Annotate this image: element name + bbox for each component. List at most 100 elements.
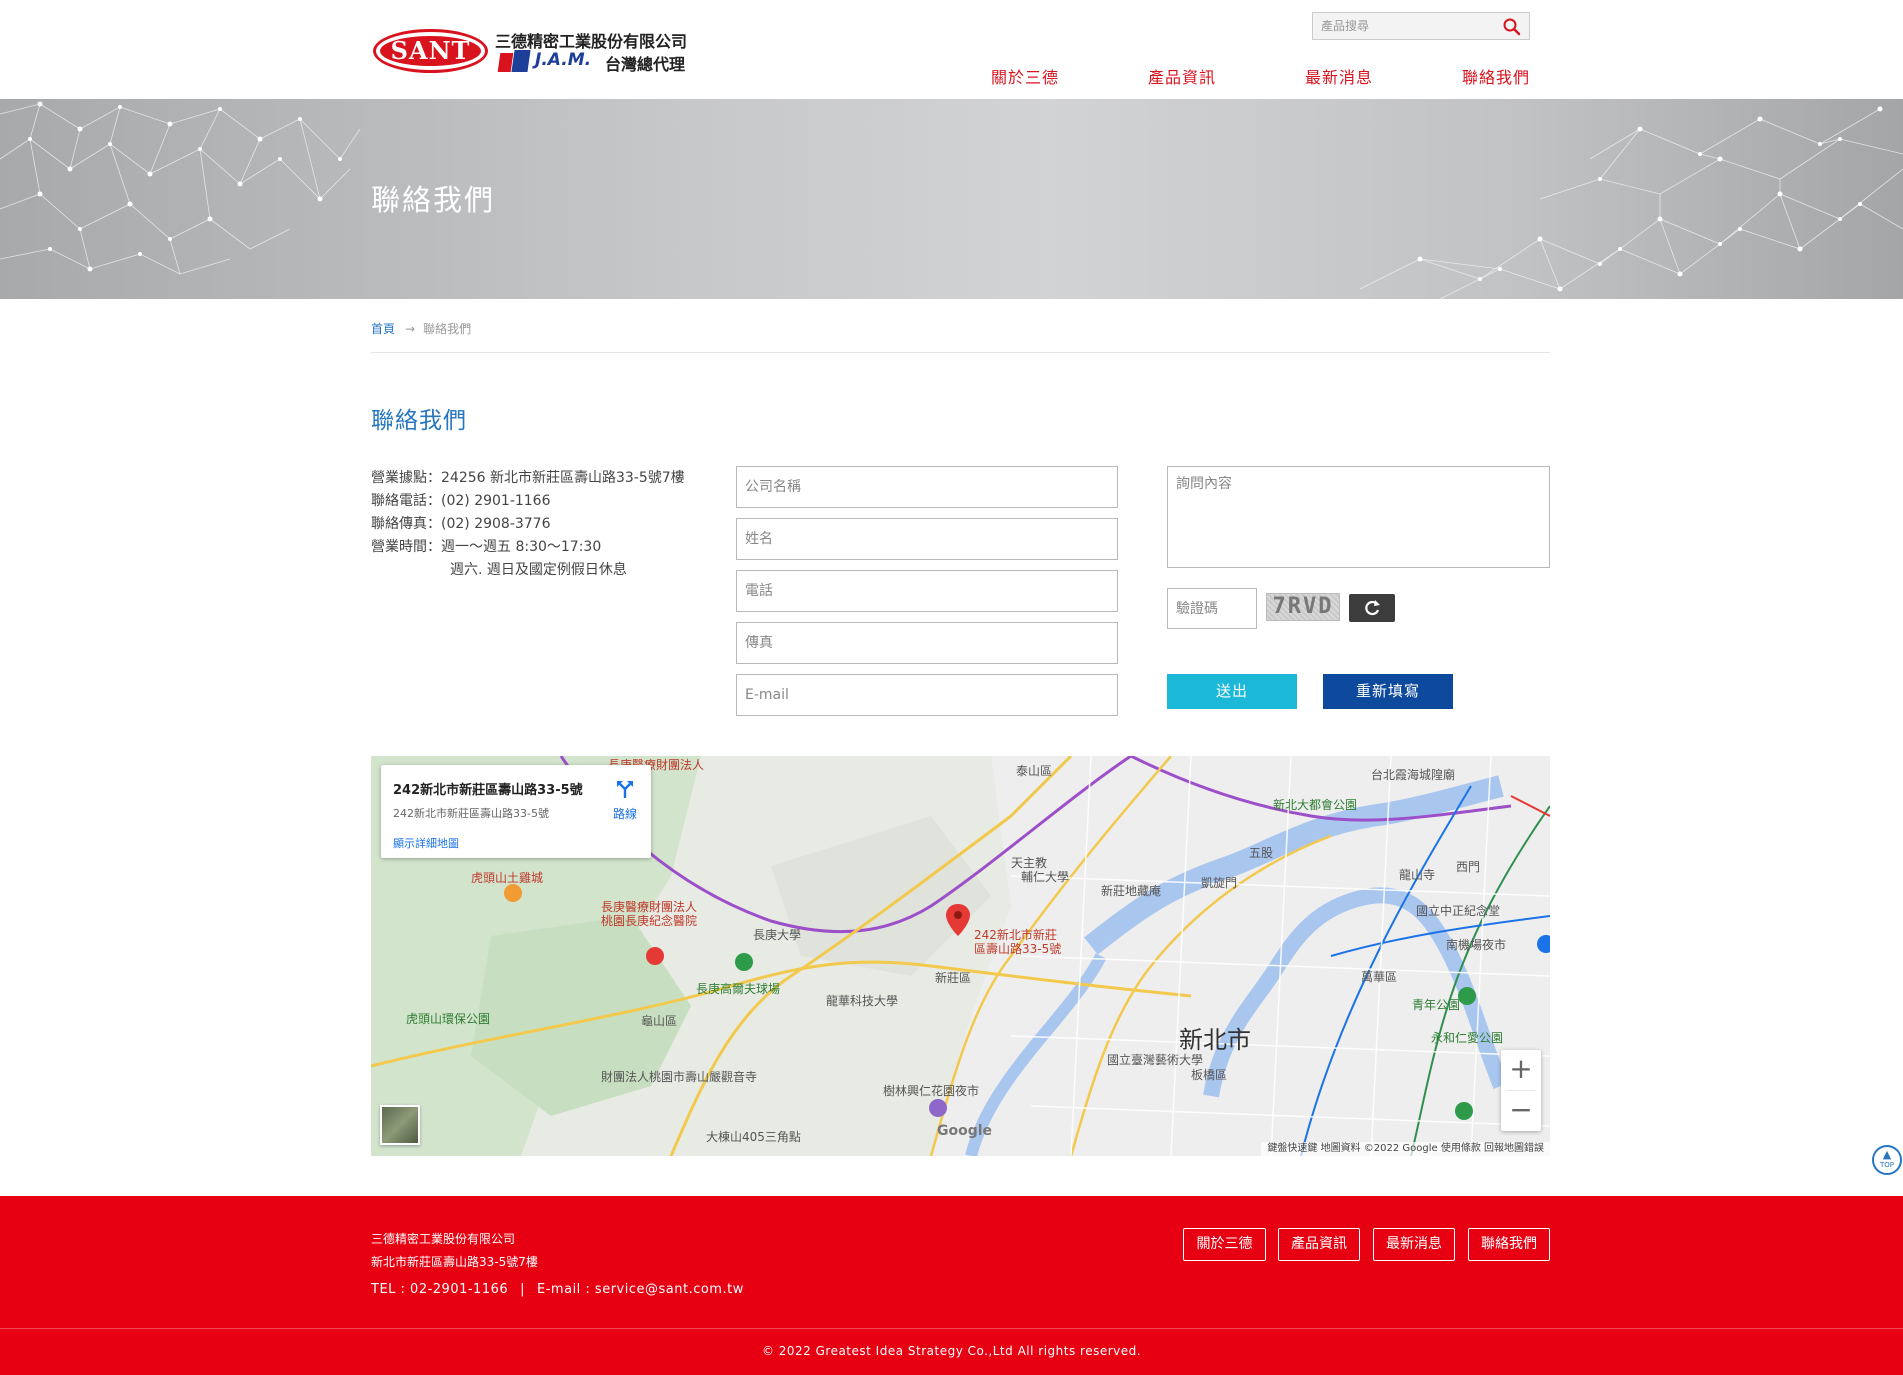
map-card-subtitle: 242新北市新莊區壽山路33-5號 [393,807,549,820]
footer-copyright: © 2022 Greatest Idea Strategy Co.,Ltd Al… [761,1344,1142,1358]
map-label-hutoushan: 虎頭山土雞城 [471,871,544,885]
map-label-xinzhuang: 新莊區 [935,971,972,985]
sant-logo-text: SANT [380,36,481,66]
site-header: SANT 三德精密工業股份有限公司 J.A.M. 台灣總代理 關於三德 產品資訊… [0,0,1903,99]
google-logo: Google [937,1123,993,1139]
map-label-banqiao: 板橋區 [1191,1068,1228,1082]
footer-contact: TEL : 02-2901-1166 | E-mail : service@sant… [371,1282,744,1297]
footer-tel: TEL : 02-2901-1166 [371,1282,509,1297]
email-field[interactable] [736,674,1118,716]
footer-divider [0,1328,1903,1329]
map-label-fujen2: 輔仁大學 [1021,870,1070,884]
contact-fax: 聯絡傳真：(02) 2908-3776 [371,516,551,532]
footer-link-about[interactable]: 關於三德 [1183,1228,1266,1261]
breadcrumb-current: 聯絡我們 [423,322,472,336]
map-info-card: 242新北市新莊區壽山路33-5號 242新北市新莊區壽山路33-5號 顯示詳細… [381,765,651,858]
footer-company: 三德精密工業股份有限公司 [371,1232,516,1246]
map-label-xinzhuang-hospital: 新莊地藏庵 [1101,884,1162,898]
zoom-in-button[interactable]: + [1501,1050,1541,1090]
logo-jam-brand: J.A.M. [535,50,592,70]
nav-about[interactable]: 關於三德 [991,64,1059,88]
breadcrumb-divider [371,352,1550,353]
captcha-image: 7RVD [1266,593,1340,621]
fax-field[interactable] [736,622,1118,664]
site-footer: 三德精密工業股份有限公司 新北市新莊區壽山路33-5號7樓 TEL : 02-2… [0,1196,1903,1375]
map-label-guishan: 龜山區 [641,1014,678,1028]
map-directions-label: 路線 [612,807,637,821]
map-label-shilin: 樹林興仁花園夜市 [883,1084,980,1098]
map-label-qingnian: 青年公園 [1412,998,1461,1012]
breadcrumb: 首頁 → 聯絡我們 [371,320,471,337]
google-map[interactable]: 泰山區 長庚醫療財團法人 虎頭山土雞城 長庚醫療財團法人 桃園長庚紀念醫院 長庚… [371,756,1550,1156]
footer-address: 新北市新莊區壽山路33-5號7樓 [371,1255,538,1269]
map-label-yonghe: 永和仁愛公園 [1431,1031,1504,1045]
map-label-taishan: 泰山區 [1016,764,1053,778]
logo-company-name: 三德精密工業股份有限公司 [495,32,688,51]
network-decoration-left [0,101,361,275]
map-label-shoushan: 財團法人桃園市壽山嚴觀音寺 [601,1070,758,1084]
site-logo[interactable]: SANT 三德精密工業股份有限公司 J.A.M. 台灣總代理 [373,26,703,78]
logo-agent-text: 台灣總代理 [605,55,686,74]
nav-products[interactable]: 產品資訊 [1148,64,1216,88]
contact-info: 營業據點：24256 新北市新莊區壽山路33-5號7樓 聯絡電話：(02) 29… [371,467,685,582]
footer-link-contact[interactable]: 聯絡我們 [1468,1228,1550,1261]
page-banner: 聯絡我們 [0,99,1903,299]
map-label-hongye: 虎頭山環保公園 [406,1012,491,1026]
zoom-out-button[interactable]: − [1501,1091,1541,1131]
jam-flag-icon [497,50,531,72]
banner-title: 聯絡我們 [371,183,496,217]
breadcrumb-home[interactable]: 首頁 [371,322,395,336]
map-label-changgung: 長庚大學 [753,928,802,942]
captcha-refresh-button[interactable] [1349,594,1395,622]
submit-button[interactable]: 送出 [1167,674,1297,709]
map-card-title: 242新北市新莊區壽山路33-5號 [393,783,583,798]
map-label-hospital1b: 桃園長庚紀念醫院 [601,914,698,928]
map-label-longshan: 龍山寺 [1399,868,1436,882]
contact-hours: 營業時間：週一～週五 8:30～17:30 [371,539,602,555]
map-label-ximen: 西門 [1456,860,1481,874]
map-label-wanhua: 萬華區 [1361,970,1398,984]
map-label-golf: 長庚高爾夫球場 [696,982,781,996]
search-input[interactable] [1313,13,1493,39]
back-to-top-button[interactable]: ▲ TOP [1872,1145,1902,1175]
reset-button[interactable]: 重新填寫 [1323,674,1453,709]
search-icon[interactable] [1501,16,1523,38]
nav-contact[interactable]: 聯絡我們 [1462,64,1530,88]
footer-link-news[interactable]: 最新消息 [1373,1228,1455,1261]
footer-email[interactable]: E-mail : service@sant.com.tw [537,1282,744,1297]
name-field[interactable] [736,518,1118,560]
message-field[interactable] [1167,466,1550,568]
map-label-kaixuan: 凱旋門 [1201,876,1238,890]
contact-address: 營業據點：24256 新北市新莊區壽山路33-5號7樓 [371,470,685,486]
satellite-view-toggle[interactable] [380,1105,420,1145]
captcha-field[interactable] [1167,588,1257,629]
contact-phone: 聯絡電話：(02) 2901-1166 [371,493,551,509]
section-title: 聯絡我們 [371,408,467,434]
directions-icon [617,781,633,798]
map-view-larger-link[interactable]: 顯示詳細地圖 [393,835,459,851]
footer-link-products[interactable]: 產品資訊 [1278,1228,1360,1261]
map-label-zhongzheng: 國立中正紀念堂 [1416,904,1501,918]
map-label-xinbei: 新北市 [1179,1026,1251,1054]
arrow-up-icon: ▲ [1882,1148,1892,1161]
network-decoration-right [1359,106,1903,299]
map-label-minghua: 龍華科技大學 [826,994,899,1008]
contact-hours-note: 週六. 週日及國定例假日休息 [450,562,627,578]
company-field[interactable] [736,466,1118,508]
map-label-tree405: 大棟山405三角點 [706,1130,801,1144]
map-label-nanjichang: 南機場夜市 [1446,938,1507,952]
phone-field[interactable] [736,570,1118,612]
map-zoom-control: + − [1501,1050,1541,1131]
arrow-right-icon: → [405,322,416,336]
map-pin-label-2: 區壽山路33-5號 [974,942,1062,956]
map-label-taipei-bridge: 新北大都會公園 [1273,798,1358,812]
map-attribution[interactable]: 鍵盤快速鍵 地圖資料 ©2022 Google 使用條款 回報地圖錯誤 [1261,1142,1550,1156]
search-box [1312,12,1530,40]
map-label-wugu: 五股 [1249,846,1274,860]
map-label-taipei-sea: 台北霞海城隍廟 [1371,768,1456,782]
nav-news[interactable]: 最新消息 [1305,64,1373,88]
refresh-icon [1365,600,1380,616]
map-directions-button[interactable]: 路線 [607,779,643,821]
back-to-top-label: TOP [1879,1161,1894,1169]
sant-logo-mark: SANT [373,29,488,73]
